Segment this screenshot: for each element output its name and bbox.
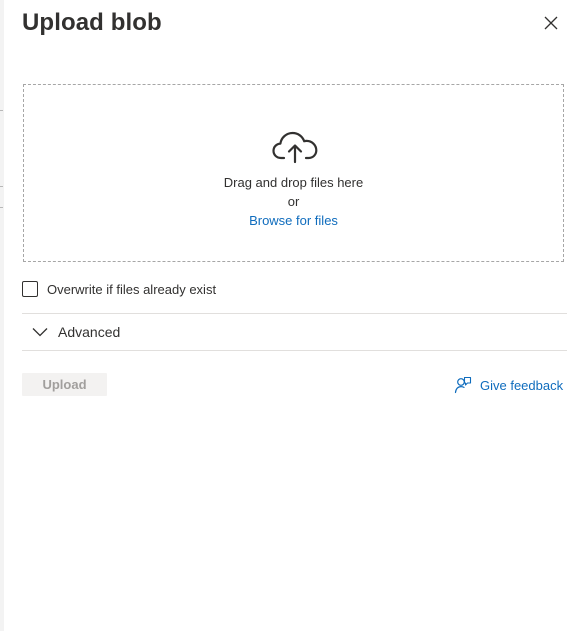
upload-blob-screen: Upload blob Drag and drop files here or … xyxy=(0,0,586,631)
overwrite-checkbox-row[interactable]: Overwrite if files already exist xyxy=(22,279,216,299)
give-feedback-label: Give feedback xyxy=(480,377,564,393)
drag-drop-text: Drag and drop files here xyxy=(223,175,364,190)
section-divider xyxy=(22,350,567,351)
overwrite-label: Overwrite if files already exist xyxy=(47,281,217,297)
close-icon xyxy=(544,16,558,30)
file-drop-zone[interactable]: Drag and drop files here or Browse for f… xyxy=(23,84,564,262)
give-feedback-link[interactable]: Give feedback xyxy=(454,375,563,395)
advanced-label: Advanced xyxy=(58,324,121,340)
chevron-down-icon xyxy=(32,328,48,337)
background-divider xyxy=(0,207,3,208)
browse-files-link[interactable]: Browse for files xyxy=(24,211,563,230)
panel-title: Upload blob xyxy=(22,9,162,36)
background-divider xyxy=(0,186,3,187)
close-button[interactable] xyxy=(540,12,562,34)
upload-button[interactable]: Upload xyxy=(22,373,107,396)
overwrite-checkbox[interactable] xyxy=(22,281,38,297)
section-divider xyxy=(22,313,567,314)
background-divider xyxy=(0,110,3,111)
advanced-toggle[interactable]: Advanced xyxy=(22,322,120,342)
cloud-upload-icon xyxy=(272,131,318,164)
upload-blob-panel: Upload blob Drag and drop files here or … xyxy=(4,0,586,631)
or-text: or xyxy=(287,194,300,209)
feedback-person-icon xyxy=(454,376,472,394)
